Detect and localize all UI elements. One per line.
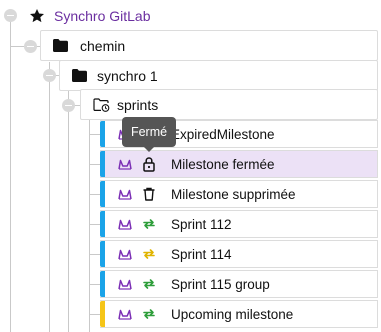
milestone-label: ExpiredMilestone [171, 126, 275, 142]
milestone-label: Sprint 112 [171, 216, 232, 232]
milestone-label: Sprint 115 group [171, 276, 270, 292]
node-label-synchro-1: synchro 1 [97, 67, 158, 84]
status-accent-bar [100, 301, 105, 327]
tree-connector [68, 91, 69, 332]
milestone-label: Milestone supprimée [171, 186, 296, 202]
status-accent-bar [100, 181, 105, 207]
tree-connector [89, 284, 100, 285]
root-label: Synchro GitLab [54, 8, 151, 24]
tree-connector [89, 254, 100, 255]
milestone-item[interactable]: Milestone supprimée [100, 180, 378, 208]
tooltip: Fermé [122, 117, 176, 152]
tree-connector [89, 134, 100, 135]
tree-root[interactable]: Synchro GitLab [28, 4, 151, 28]
tree-connector [89, 194, 100, 195]
tree-view: Synchro GitLab chemin synchro 1 sprints … [0, 0, 381, 332]
gitlab-icon [117, 306, 133, 322]
status-accent-bar [100, 271, 105, 297]
tree-connector [89, 314, 100, 315]
status-accent-bar [100, 211, 105, 237]
tree-node-sprints[interactable]: sprints [80, 89, 378, 120]
status-accent-bar [100, 151, 105, 177]
collapse-toggle-root[interactable] [4, 9, 17, 22]
gitlab-icon [117, 276, 133, 292]
gitlab-icon [117, 186, 133, 202]
collapse-toggle-chemin[interactable] [24, 40, 37, 53]
node-label-chemin: chemin [80, 37, 126, 54]
node-label-sprints: sprints [117, 96, 159, 113]
tree-connector [89, 120, 90, 332]
tooltip-text: Fermé [130, 125, 168, 139]
folder-sync-icon [92, 97, 110, 113]
collapse-toggle-sprints[interactable] [62, 99, 75, 112]
gitlab-icon [117, 216, 133, 232]
trash-icon [141, 186, 157, 202]
milestone-item[interactable]: Sprint 112 [100, 210, 378, 238]
tree-connector [89, 224, 100, 225]
sync-yellow-icon [141, 246, 157, 262]
tree-node-chemin[interactable]: chemin [40, 30, 378, 61]
folder-icon [71, 68, 87, 84]
milestone-item[interactable]: Sprint 114 [100, 240, 378, 268]
tree-connector [10, 20, 11, 332]
tree-node-synchro-1[interactable]: synchro 1 [59, 60, 378, 91]
sync-green-icon [141, 216, 157, 232]
sync-green-icon [141, 276, 157, 292]
collapse-toggle-synchro[interactable] [43, 69, 56, 82]
star-icon [28, 7, 46, 25]
gitlab-icon [117, 156, 133, 172]
tree-connector [49, 62, 50, 332]
tree-connector [89, 164, 100, 165]
lock-icon [141, 156, 157, 172]
milestone-item[interactable]: Upcoming milestone [100, 300, 378, 328]
milestone-label: Milestone fermée [171, 156, 275, 172]
gitlab-icon [117, 246, 133, 262]
status-accent-bar [100, 241, 105, 267]
sync-green-icon [141, 306, 157, 322]
folder-icon [52, 38, 68, 54]
milestone-item[interactable]: Milestone fermée [100, 150, 378, 178]
status-accent-bar [100, 121, 105, 147]
milestone-label: Upcoming milestone [171, 306, 294, 322]
milestone-item[interactable]: Sprint 115 group [100, 270, 378, 298]
milestone-label: Sprint 114 [171, 246, 232, 262]
